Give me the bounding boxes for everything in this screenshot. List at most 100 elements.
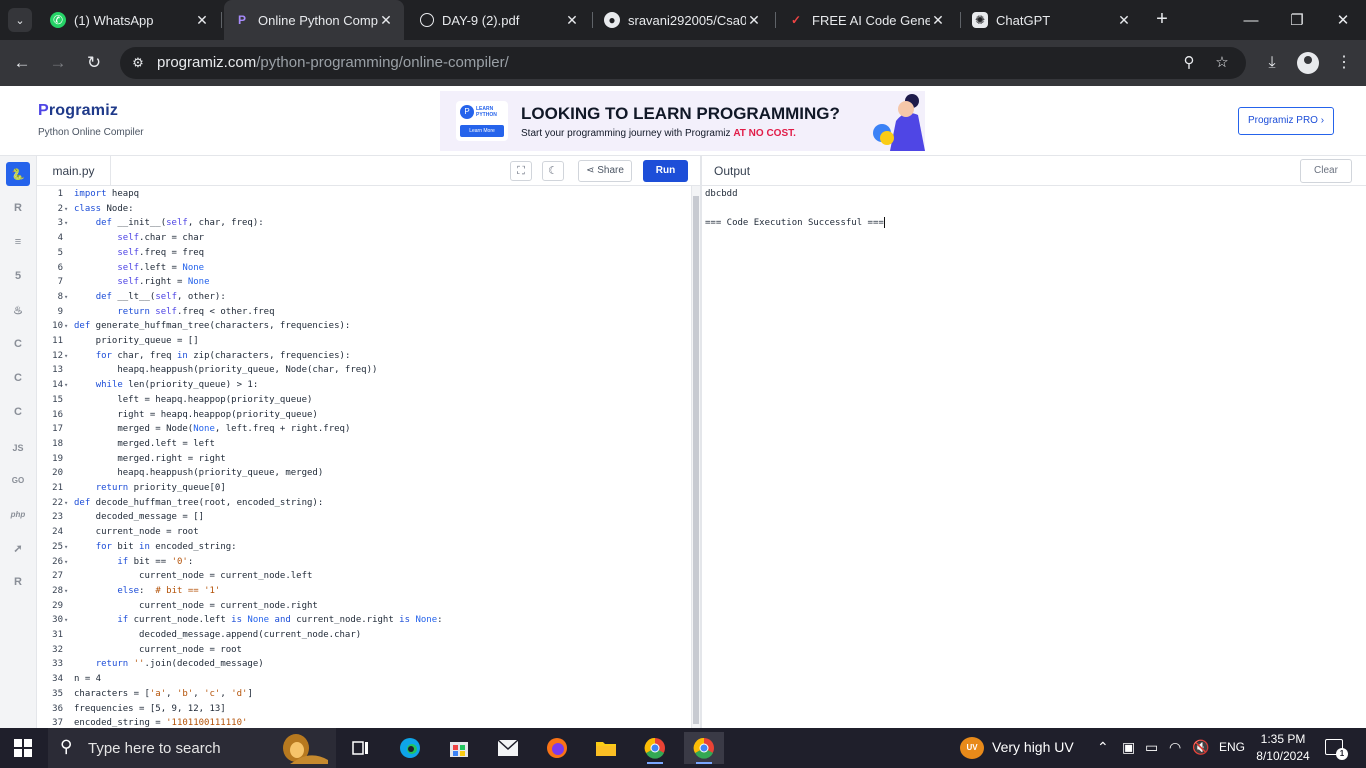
- code-line[interactable]: 21 return priority_queue[0]: [37, 481, 691, 496]
- code-line[interactable]: 14 ▾ while len(priority_queue) > 1:: [37, 378, 691, 393]
- menu-kebab-icon[interactable]: ⋮: [1332, 51, 1356, 75]
- code-line[interactable]: 3 ▾ def __init__(self, char, freq):: [37, 216, 691, 231]
- taskbar-search[interactable]: ⚲ Type here to search: [48, 728, 336, 768]
- close-window-icon[interactable]: ✕: [1320, 0, 1366, 40]
- close-tab-icon[interactable]: ✕: [746, 12, 762, 29]
- edge-icon[interactable]: [390, 732, 430, 764]
- new-tab-button[interactable]: +: [1150, 8, 1174, 32]
- fold-arrow-icon[interactable]: ▾: [64, 290, 68, 305]
- meet-now-icon[interactable]: ▣: [1122, 739, 1135, 756]
- code-line[interactable]: 7 self.right = None: [37, 275, 691, 290]
- fold-arrow-icon[interactable]: ▾: [64, 216, 68, 231]
- code-line[interactable]: 12 ▾ for char, freq in zip(characters, fr…: [37, 349, 691, 364]
- code-line[interactable]: 23 decoded_message = []: [37, 510, 691, 525]
- code-line[interactable]: 17 merged = Node(None, left.freq + right…: [37, 422, 691, 437]
- code-line[interactable]: 1 import heapq: [37, 187, 691, 202]
- uv-weather-icon[interactable]: UV: [960, 737, 984, 759]
- code-line[interactable]: 25 ▾ for bit in encoded_string:: [37, 540, 691, 555]
- fold-arrow-icon[interactable]: ▾: [64, 555, 68, 570]
- system-clock[interactable]: 1:35 PM 8/10/2024: [1253, 731, 1313, 765]
- output-console[interactable]: dbcbdd === Code Execution Successful ===: [705, 187, 885, 231]
- code-line[interactable]: 13 heapq.heappush(priority_queue, Node(c…: [37, 363, 691, 378]
- ad-banner[interactable]: P LEARN PYTHON Learn More LOOKING TO LEAR…: [440, 91, 925, 151]
- csharp-icon[interactable]: C: [6, 400, 30, 424]
- run-button[interactable]: Run: [643, 160, 688, 182]
- fold-arrow-icon[interactable]: ▾: [64, 496, 68, 511]
- tab-github[interactable]: ● sravani292005/Csa06 ✕: [594, 6, 772, 34]
- battery-icon[interactable]: ▭: [1145, 739, 1158, 756]
- go-icon[interactable]: GO: [6, 468, 30, 492]
- html-icon[interactable]: 5: [6, 264, 30, 288]
- tab-search-button[interactable]: ⌄: [8, 8, 32, 32]
- code-line[interactable]: 22 ▾ def decode_huffman_tree(root, encoded…: [37, 496, 691, 511]
- site-settings-icon[interactable]: ⚙: [128, 53, 148, 73]
- close-tab-icon[interactable]: ✕: [378, 12, 394, 29]
- javascript-icon[interactable]: JS: [6, 436, 30, 460]
- learn-more-button[interactable]: Learn More: [460, 125, 504, 137]
- tray-chevron-up-icon[interactable]: ⌃: [1097, 739, 1109, 756]
- python-icon[interactable]: 🐍: [6, 162, 30, 186]
- code-line[interactable]: 36 frequencies = [5, 9, 12, 13]: [37, 702, 691, 717]
- close-tab-icon[interactable]: ✕: [1116, 12, 1132, 29]
- code-line[interactable]: 26 ▾ if bit == '0':: [37, 555, 691, 570]
- code-line[interactable]: 18 merged.left = left: [37, 437, 691, 452]
- chrome-icon[interactable]: [635, 732, 675, 764]
- bookmark-star-icon[interactable]: ☆: [1212, 53, 1232, 73]
- code-line[interactable]: 19 merged.right = right: [37, 452, 691, 467]
- swift-icon[interactable]: ➚: [6, 536, 30, 560]
- code-line[interactable]: 20 heapq.heappush(priority_queue, merged…: [37, 466, 691, 481]
- code-line[interactable]: 35 characters = ['a', 'b', 'c', 'd']: [37, 687, 691, 702]
- profile-avatar-icon[interactable]: [1297, 52, 1319, 74]
- code-line[interactable]: 29 current_node = current_node.right: [37, 599, 691, 614]
- firefox-icon[interactable]: [537, 732, 577, 764]
- clear-button[interactable]: Clear: [1300, 159, 1352, 183]
- input-language[interactable]: ENG: [1219, 740, 1245, 754]
- fold-arrow-icon[interactable]: ▾: [64, 613, 68, 628]
- scrollbar-thumb[interactable]: [693, 196, 699, 724]
- dark-mode-icon[interactable]: ☾: [542, 161, 564, 181]
- c-lang-icon[interactable]: C: [6, 332, 30, 356]
- code-line[interactable]: 9 return self.freq < other.freq: [37, 305, 691, 320]
- reload-icon[interactable]: ↻: [82, 51, 106, 75]
- code-line[interactable]: 30 ▾ if current_node.left is None and cur…: [37, 613, 691, 628]
- code-line[interactable]: 33 return ''.join(decoded_message): [37, 657, 691, 672]
- wifi-icon[interactable]: ◠: [1169, 739, 1181, 756]
- code-line[interactable]: 6 self.left = None: [37, 261, 691, 276]
- java-icon[interactable]: ♨: [6, 298, 30, 322]
- code-line[interactable]: 4 self.char = char: [37, 231, 691, 246]
- close-tab-icon[interactable]: ✕: [194, 12, 210, 29]
- code-line[interactable]: 8 ▾ def __lt__(self, other):: [37, 290, 691, 305]
- close-tab-icon[interactable]: ✕: [930, 12, 946, 29]
- code-line[interactable]: 5 self.freq = freq: [37, 246, 691, 261]
- cpp-icon[interactable]: C: [6, 366, 30, 390]
- editor-scrollbar[interactable]: [691, 186, 700, 728]
- code-line[interactable]: 27 current_node = current_node.left: [37, 569, 691, 584]
- r-lang-icon[interactable]: R: [6, 196, 30, 220]
- minimize-window-icon[interactable]: —: [1228, 0, 1274, 40]
- fold-arrow-icon[interactable]: ▾: [64, 378, 68, 393]
- close-tab-icon[interactable]: ✕: [564, 12, 580, 29]
- share-button[interactable]: ⋖ Share: [578, 160, 632, 182]
- mail-icon[interactable]: [488, 732, 528, 764]
- forward-arrow-icon[interactable]: →: [46, 51, 70, 75]
- code-line[interactable]: 34 n = 4: [37, 672, 691, 687]
- code-line[interactable]: 37 encoded_string = '1101100111110': [37, 716, 691, 728]
- rust-icon[interactable]: R: [6, 570, 30, 594]
- code-editor[interactable]: 1 import heapq 2 ▾ class Node: 3 ▾ def __init_…: [37, 186, 691, 728]
- code-line[interactable]: 2 ▾ class Node:: [37, 202, 691, 217]
- sql-icon[interactable]: ≡: [6, 230, 30, 254]
- weather-text[interactable]: Very high UV: [992, 739, 1074, 755]
- fold-arrow-icon[interactable]: ▾: [64, 540, 68, 555]
- code-line[interactable]: 15 left = heapq.heappop(priority_queue): [37, 393, 691, 408]
- programiz-logo[interactable]: Programiz: [38, 102, 118, 120]
- fold-arrow-icon[interactable]: ▾: [64, 319, 68, 334]
- zoom-icon[interactable]: ⚲: [1179, 53, 1199, 73]
- notifications-icon[interactable]: 1: [1325, 739, 1348, 760]
- address-bar[interactable]: ⚙ programiz.com/python-programming/onlin…: [120, 47, 1246, 79]
- code-line[interactable]: 24 current_node = root: [37, 525, 691, 540]
- file-tab-main-py[interactable]: main.py: [37, 156, 111, 186]
- back-arrow-icon[interactable]: ←: [10, 51, 34, 75]
- code-line[interactable]: 10 ▾ def generate_huffman_tree(characters,…: [37, 319, 691, 334]
- fold-arrow-icon[interactable]: ▾: [64, 349, 68, 364]
- tab-programiz[interactable]: P Online Python Compi ✕: [224, 0, 404, 40]
